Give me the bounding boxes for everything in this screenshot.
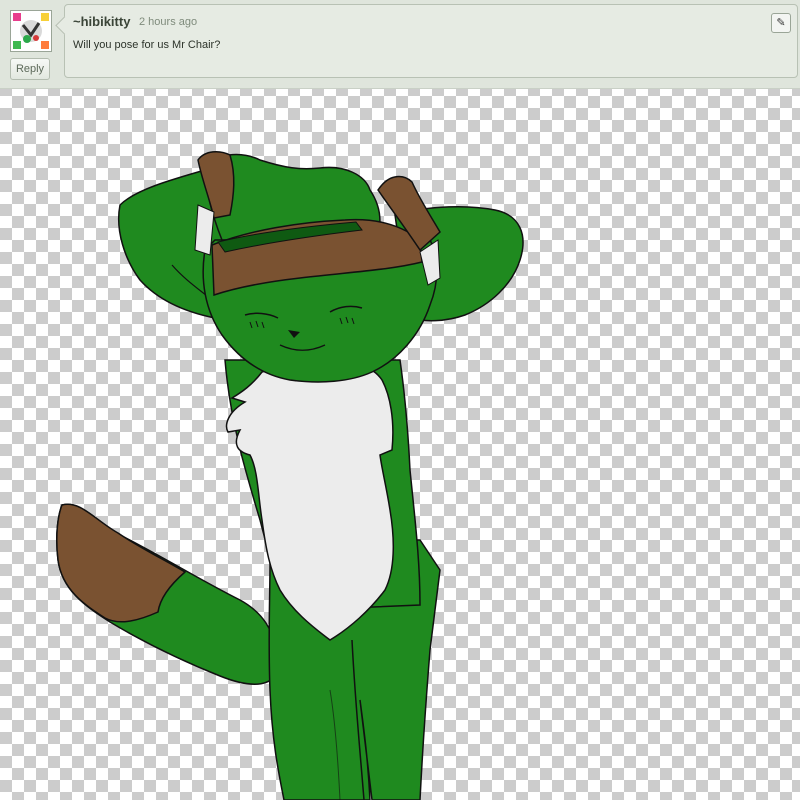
fox-tail [56,503,279,685]
fox-bib [225,360,395,641]
fox-character-artwork [56,150,524,800]
